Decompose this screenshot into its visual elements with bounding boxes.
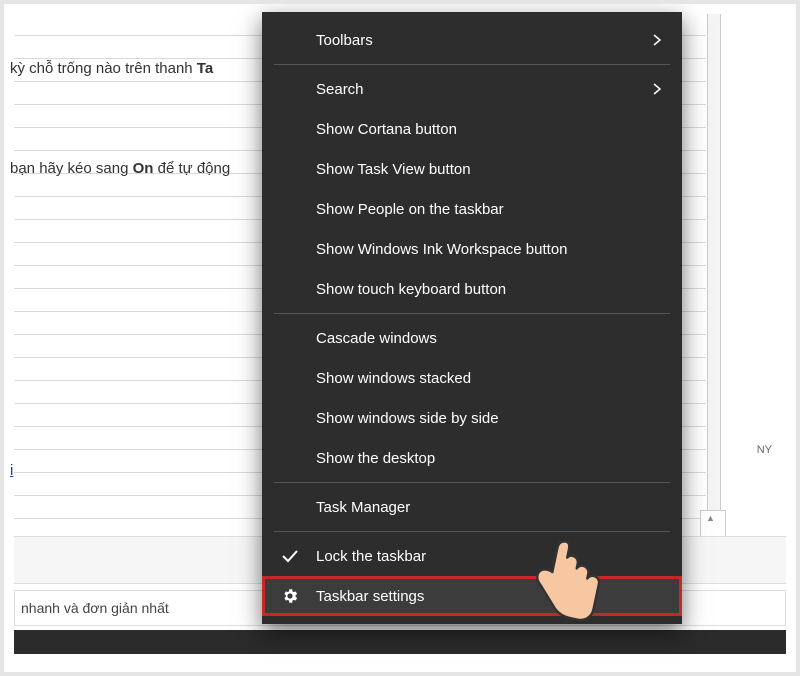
menu-item-sidebyside[interactable]: Show windows side by side <box>262 398 682 438</box>
menu-item-task-manager[interactable]: Task Manager <box>262 487 682 527</box>
menu-label: Show the desktop <box>316 450 435 467</box>
menu-item-toolbars[interactable]: Toolbars <box>262 20 682 60</box>
scrollbar-track <box>707 14 721 534</box>
menu-label: Cascade windows <box>316 330 437 347</box>
menu-item-show-people[interactable]: Show People on the taskbar <box>262 189 682 229</box>
screenshot-canvas: kỳ chỗ trống nào trên thanh Ta bạn hãy k… <box>0 0 800 676</box>
menu-item-taskbar-settings[interactable]: Taskbar settings <box>262 576 682 616</box>
menu-label: Search <box>316 81 364 98</box>
menu-label: Show People on the taskbar <box>316 201 504 218</box>
bottom-text: nhanh và đơn giản nhất <box>21 600 169 616</box>
doc-line-1: kỳ chỗ trống nào trên thanh Ta <box>10 60 213 77</box>
menu-item-stacked[interactable]: Show windows stacked <box>262 358 682 398</box>
menu-separator <box>274 482 670 483</box>
menu-item-show-taskview[interactable]: Show Task View button <box>262 149 682 189</box>
chevron-right-icon <box>650 82 664 96</box>
menu-item-show-touch-keyboard[interactable]: Show touch keyboard button <box>262 269 682 309</box>
doc-line-2: bạn hãy kéo sang On để tự động <box>10 160 230 177</box>
taskbar-strip <box>14 630 786 654</box>
check-icon <box>280 546 300 566</box>
doc-line-2-prefix: bạn hãy kéo sang <box>10 160 133 177</box>
label-ny: NY <box>757 444 772 456</box>
menu-label: Toolbars <box>316 32 373 49</box>
doc-line-1-prefix: kỳ chỗ trống nào trên thanh <box>10 60 197 77</box>
menu-separator <box>274 531 670 532</box>
doc-link[interactable]: i <box>10 462 13 479</box>
doc-line-2-suffix: để tự động <box>153 160 230 177</box>
menu-label: Taskbar settings <box>316 588 424 605</box>
menu-label: Show windows side by side <box>316 410 499 427</box>
menu-label: Task Manager <box>316 499 410 516</box>
menu-separator <box>274 64 670 65</box>
gear-icon <box>280 586 300 606</box>
chevron-right-icon <box>650 33 664 47</box>
menu-label: Show Windows Ink Workspace button <box>316 241 568 258</box>
taskbar-context-menu: Toolbars Search Show Cortana button Show… <box>262 12 682 624</box>
menu-label: Show Task View button <box>316 161 471 178</box>
menu-item-show-desktop[interactable]: Show the desktop <box>262 438 682 478</box>
doc-line-2-bold: On <box>133 160 154 177</box>
menu-label: Show Cortana button <box>316 121 457 138</box>
menu-item-search[interactable]: Search <box>262 69 682 109</box>
menu-label: Lock the taskbar <box>316 548 426 565</box>
doc-line-1-bold: Ta <box>197 60 213 77</box>
pointing-hand-icon <box>505 525 619 639</box>
menu-separator <box>274 313 670 314</box>
menu-label: Show windows stacked <box>316 370 471 387</box>
menu-item-cascade[interactable]: Cascade windows <box>262 318 682 358</box>
menu-label: Show touch keyboard button <box>316 281 506 298</box>
menu-item-show-cortana[interactable]: Show Cortana button <box>262 109 682 149</box>
menu-item-lock-taskbar[interactable]: Lock the taskbar <box>262 536 682 576</box>
menu-item-show-ink[interactable]: Show Windows Ink Workspace button <box>262 229 682 269</box>
